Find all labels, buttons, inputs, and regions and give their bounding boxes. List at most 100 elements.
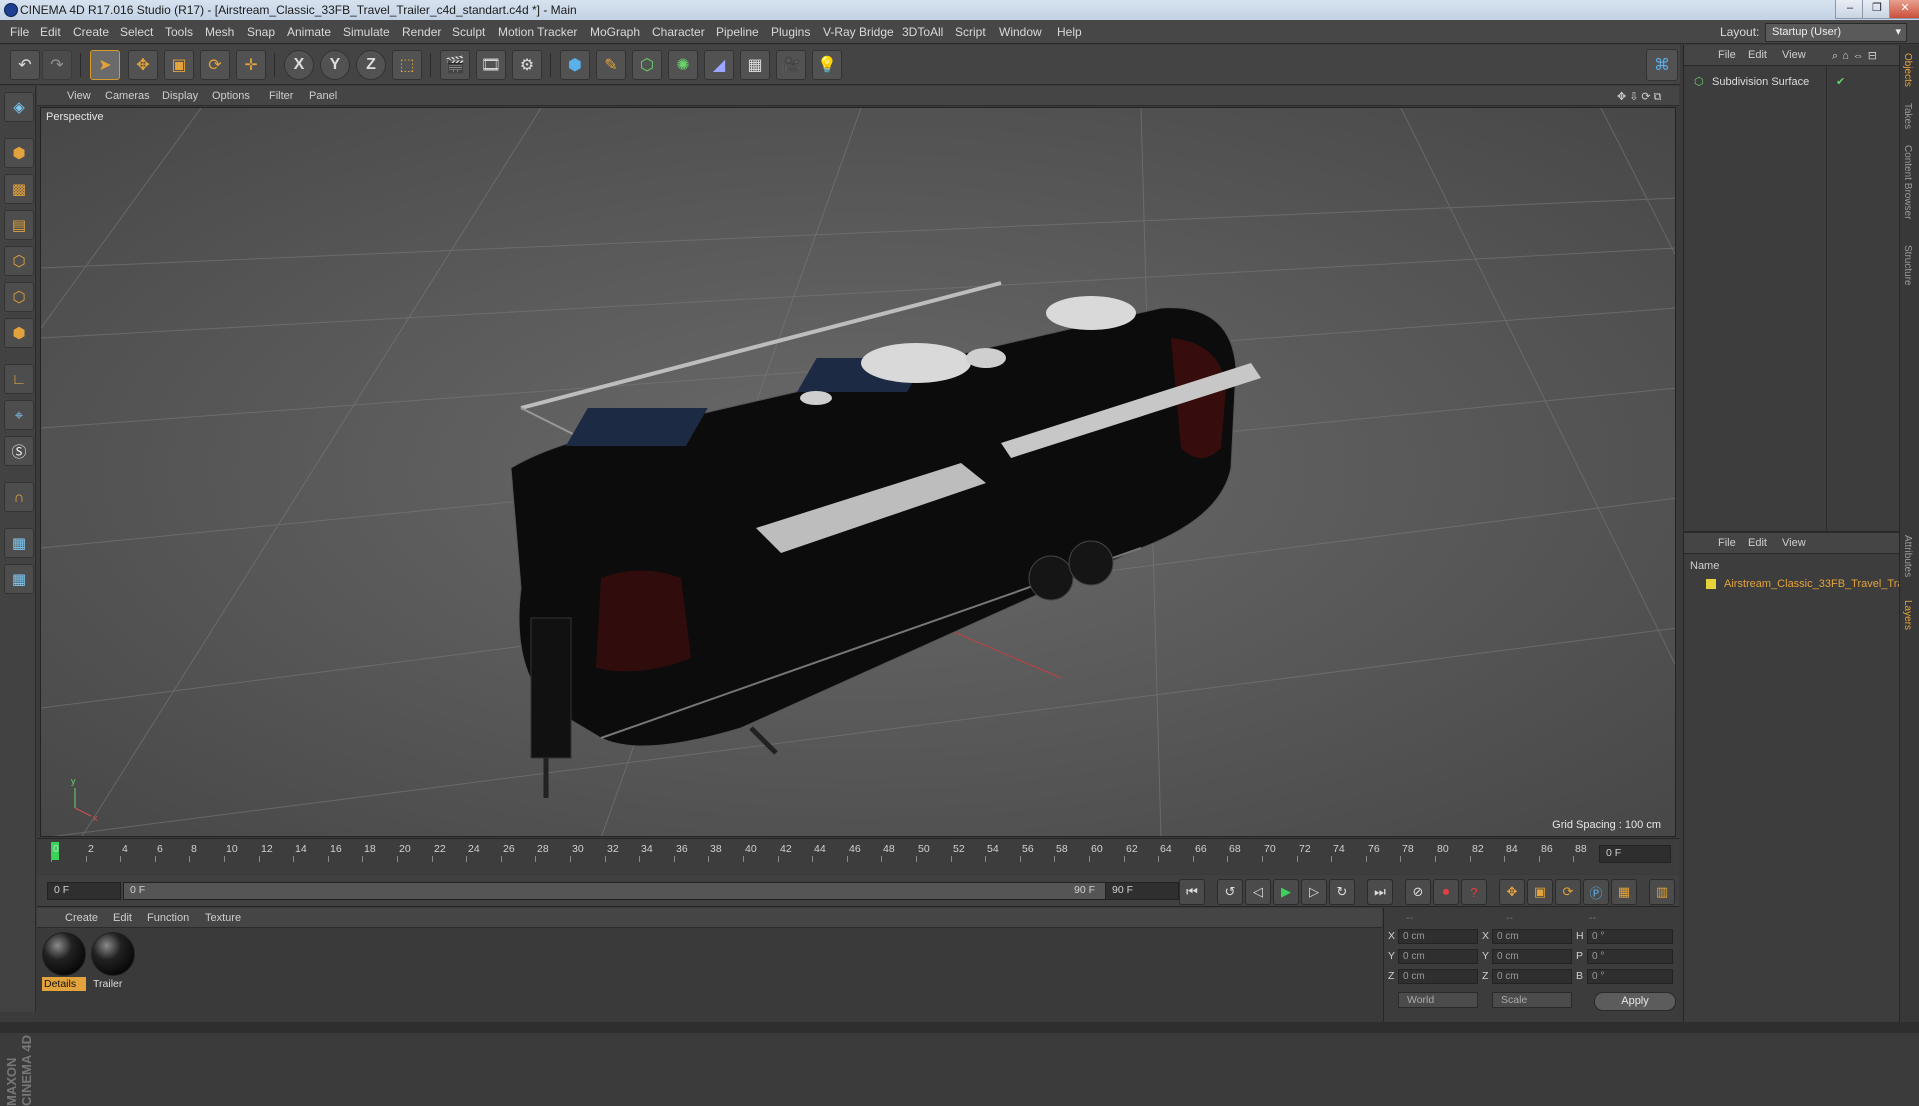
play-button[interactable]: ▶ xyxy=(1273,879,1299,905)
menu-mesh[interactable]: Mesh xyxy=(205,25,234,39)
object-manager-tool-icons[interactable]: ⌕⌂⇔⊟ xyxy=(1832,49,1881,63)
timeline-window-button[interactable]: ▥ xyxy=(1649,879,1675,905)
layer-menu-view[interactable]: View xyxy=(1782,537,1806,549)
add-cube-button[interactable]: ⬢ xyxy=(560,50,590,80)
tweak-mode-button[interactable]: ⌖ xyxy=(4,400,34,430)
menu-animate[interactable]: Animate xyxy=(287,25,331,39)
magnet-button[interactable]: ∩ xyxy=(4,482,34,512)
coordinate-mode-select[interactable]: World xyxy=(1398,992,1478,1008)
tab-content-browser[interactable]: Content Browser xyxy=(1902,145,1913,219)
previous-frame-button[interactable]: ◁ xyxy=(1245,879,1271,905)
menu-motion-tracker[interactable]: Motion Tracker xyxy=(498,25,577,39)
menu-file[interactable]: File xyxy=(10,25,29,39)
timeline-current-frame[interactable]: 0 F xyxy=(1599,845,1671,863)
render-picture-viewer-button[interactable]: 🎞 xyxy=(476,50,506,80)
recent-tool-button[interactable]: ✛ xyxy=(236,50,266,80)
menu-create[interactable]: Create xyxy=(73,25,109,39)
edges-mode-button[interactable]: ⬡ xyxy=(4,282,34,312)
layer-menu-file[interactable]: File xyxy=(1718,537,1736,549)
next-frame-button[interactable]: ▷ xyxy=(1301,879,1327,905)
material-details[interactable]: Details xyxy=(42,932,86,991)
add-floor-button[interactable]: ▦ xyxy=(740,50,770,80)
menu-edit[interactable]: Edit xyxy=(40,25,61,39)
tab-objects[interactable]: Objects xyxy=(1902,53,1913,87)
viewport-menu-display[interactable]: Display xyxy=(162,90,198,102)
points-mode-button[interactable]: ⬡ xyxy=(4,246,34,276)
apply-button[interactable]: Apply xyxy=(1594,992,1676,1011)
axis-mode-button[interactable]: ∟ xyxy=(4,364,34,394)
menu-pipeline[interactable]: Pipeline xyxy=(716,25,759,39)
render-view-button[interactable]: 🎬 xyxy=(440,50,470,80)
scale-tool-button[interactable]: ▣ xyxy=(164,50,194,80)
size-mode-select[interactable]: Scale xyxy=(1492,992,1572,1008)
menu-select[interactable]: Select xyxy=(120,25,153,39)
frame-range-slider[interactable]: 0 F 90 F xyxy=(123,882,1106,900)
add-light-button[interactable]: 💡 xyxy=(812,50,842,80)
menu-window[interactable]: Window xyxy=(999,25,1042,39)
perspective-viewport[interactable]: y x Perspective Grid Spacing : 100 cm xyxy=(40,107,1676,837)
close-button[interactable]: ✕ xyxy=(1889,0,1919,19)
layout-select[interactable]: Startup (User) ▾ xyxy=(1765,23,1907,42)
size-z-field[interactable]: 0 cm xyxy=(1492,969,1572,984)
viewport-menu-options[interactable]: Options xyxy=(212,90,250,102)
end-frame-field[interactable]: 90 F xyxy=(1105,882,1179,900)
menu-plugins[interactable]: Plugins xyxy=(771,25,810,39)
add-generator-button[interactable]: ⬡ xyxy=(632,50,662,80)
tab-attributes[interactable]: Attributes xyxy=(1902,535,1913,577)
object-menu-edit[interactable]: Edit xyxy=(1748,49,1767,61)
trailer-model[interactable] xyxy=(510,281,1261,798)
size-x-field[interactable]: 0 cm xyxy=(1492,929,1572,944)
rotation-h-field[interactable]: 0 ° xyxy=(1587,929,1673,944)
menu-sculpt[interactable]: Sculpt xyxy=(452,25,485,39)
previous-key-button[interactable]: ↺ xyxy=(1217,879,1243,905)
add-deformer-button[interactable]: ◢ xyxy=(704,50,734,80)
material-trailer[interactable]: Trailer xyxy=(91,932,135,990)
size-y-field[interactable]: 0 cm xyxy=(1492,949,1572,964)
render-settings-button[interactable]: ⚙ xyxy=(512,50,542,80)
key-position-button[interactable]: ✥ xyxy=(1499,879,1525,905)
rotate-tool-button[interactable]: ⟳ xyxy=(200,50,230,80)
material-menu-create[interactable]: Create xyxy=(65,912,98,924)
make-editable-button[interactable]: ◈ xyxy=(4,92,34,122)
viewport-nav-icons[interactable]: ✥⇩⟳⧉ xyxy=(1617,90,1665,104)
add-camera-button[interactable]: 🎥 xyxy=(776,50,806,80)
snap-button[interactable]: Ⓢ xyxy=(4,436,34,466)
tab-layers[interactable]: Layers xyxy=(1902,600,1913,630)
minimize-button[interactable]: – xyxy=(1835,0,1865,19)
object-menu-file[interactable]: File xyxy=(1718,49,1736,61)
z-axis-lock-button[interactable]: Z xyxy=(356,50,386,80)
redo-button[interactable]: ↷ xyxy=(42,50,72,80)
menu-mograph[interactable]: MoGraph xyxy=(590,25,640,39)
add-array-button[interactable]: ✺ xyxy=(668,50,698,80)
material-menu-texture[interactable]: Texture xyxy=(205,912,241,924)
key-parameter-button[interactable]: Ⓟ xyxy=(1583,879,1609,905)
menu-3dtoall[interactable]: 3DToAll xyxy=(902,25,943,39)
viewport-menu-panel[interactable]: Panel xyxy=(309,90,337,102)
move-tool-button[interactable]: ✥ xyxy=(128,50,158,80)
menu-snap[interactable]: Snap xyxy=(247,25,275,39)
go-to-end-button[interactable]: ⏭ xyxy=(1367,879,1393,905)
tab-takes[interactable]: Takes xyxy=(1902,103,1913,129)
add-spline-button[interactable]: ✎ xyxy=(596,50,626,80)
maximize-button[interactable]: ❐ xyxy=(1862,0,1892,19)
python-button[interactable]: ⌘ xyxy=(1646,49,1678,81)
viewport-menu-cameras[interactable]: Cameras xyxy=(105,90,150,102)
workplane-mode-button[interactable]: ▤ xyxy=(4,210,34,240)
menu-script[interactable]: Script xyxy=(955,25,986,39)
texture-mode-button[interactable]: ▩ xyxy=(4,174,34,204)
model-mode-button[interactable]: ⬢ xyxy=(4,138,34,168)
polygons-mode-button[interactable]: ⬢ xyxy=(4,318,34,348)
menu-character[interactable]: Character xyxy=(652,25,705,39)
key-scale-button[interactable]: ▣ xyxy=(1527,879,1553,905)
undo-button[interactable]: ↶ xyxy=(10,50,40,80)
planar-workplane-button[interactable]: ▦ xyxy=(4,564,34,594)
x-axis-lock-button[interactable]: X xyxy=(284,50,314,80)
start-frame-field[interactable]: 0 F xyxy=(47,882,121,900)
key-pla-button[interactable]: ▦ xyxy=(1611,879,1637,905)
menu-render[interactable]: Render xyxy=(402,25,441,39)
visibility-check-icon[interactable]: ✔ xyxy=(1836,75,1845,88)
layer-row[interactable]: Airstream_Classic_33FB_Travel_Trailer xyxy=(1684,575,1900,593)
keyframe-selection-button[interactable]: ? xyxy=(1461,879,1487,905)
live-selection-button[interactable]: ➤ xyxy=(90,50,120,80)
timeline-ruler[interactable]: 0 2 4 6 8 10 12 14 16 18 20 22 24 26 28 30 32 34 36 38 40 42 4… xyxy=(37,838,1679,874)
